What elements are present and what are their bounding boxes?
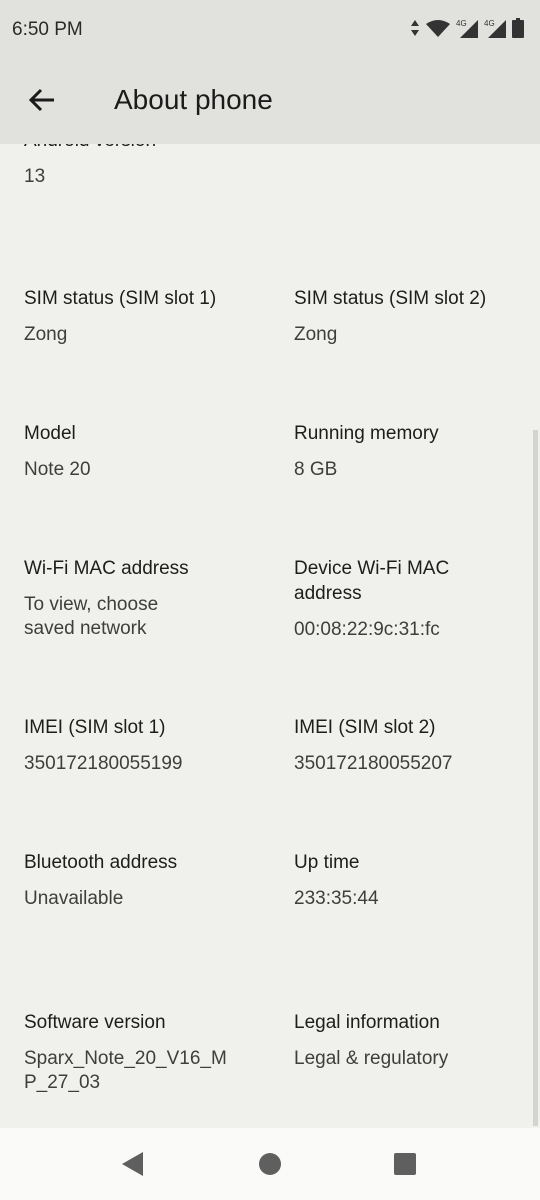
item-title: Device Wi-Fi MAC address: [294, 558, 450, 604]
item-title: Running memory: [294, 423, 439, 444]
arrow-left-icon[interactable]: [26, 84, 58, 116]
item-title: IMEI (SIM slot 1): [24, 717, 166, 738]
item-title: SIM status (SIM slot 1): [24, 288, 217, 309]
item-up-time[interactable]: Up time 233:35:44: [294, 850, 534, 911]
item-title: Wi-Fi MAC address: [24, 558, 189, 579]
item-imei-1[interactable]: IMEI (SIM slot 1) 350172180055199: [24, 715, 264, 776]
item-imei-2[interactable]: IMEI (SIM slot 2) 350172180055207: [294, 715, 534, 776]
item-value: Sparx_Note_20_V16_MP_27_03: [24, 1048, 227, 1093]
item-value: 350172180055199: [24, 753, 183, 774]
page-title: About phone: [114, 84, 273, 115]
svg-text:4G: 4G: [456, 19, 467, 28]
signal-4g-icon: 4G: [456, 19, 478, 38]
item-value: Note 20: [24, 459, 91, 480]
item-value: Legal & regulatory: [294, 1048, 449, 1069]
item-value: 00:08:22:9c:31:fc: [294, 619, 440, 640]
home-circle-icon[interactable]: [258, 1152, 282, 1176]
item-device-wifi-mac[interactable]: Device Wi-Fi MAC address 00:08:22:9c:31:f…: [294, 556, 474, 642]
status-time: 6:50 PM: [12, 19, 83, 40]
item-title: Bluetooth address: [24, 852, 178, 873]
item-bluetooth-address[interactable]: Bluetooth address Unavailable: [24, 850, 264, 911]
item-model[interactable]: Model Note 20: [24, 421, 264, 482]
item-title: IMEI (SIM slot 2): [294, 717, 436, 738]
item-legal-information[interactable]: Legal information Legal & regulatory: [294, 1010, 534, 1071]
item-value: 8 GB: [294, 459, 338, 480]
back-triangle-icon[interactable]: [121, 1151, 145, 1177]
item-value: To view, choose saved network: [24, 594, 159, 639]
item-value: Zong: [24, 324, 68, 345]
item-title: Up time: [294, 852, 360, 873]
item-sim-status-2[interactable]: SIM status (SIM slot 2) Zong: [294, 286, 534, 347]
scrollbar[interactable]: [533, 430, 538, 1126]
item-value: Zong: [294, 324, 338, 345]
item-running-memory[interactable]: Running memory 8 GB: [294, 421, 534, 482]
status-icons: 4G 4G: [410, 18, 524, 38]
wifi-icon: [426, 20, 450, 37]
item-value: 233:35:44: [294, 888, 379, 909]
app-header: 6:50 PM 4G 4G About phone: [0, 0, 540, 144]
item-title: Legal information: [294, 1012, 440, 1033]
item-software-version[interactable]: Software version Sparx_Note_20_V16_MP_27_…: [24, 1010, 229, 1095]
item-wifi-mac[interactable]: Wi-Fi MAC address To view, choose saved n…: [24, 556, 194, 641]
navigation-bar: [0, 1128, 540, 1200]
item-value: 13: [24, 166, 46, 187]
recents-square-icon[interactable]: [393, 1152, 417, 1176]
signal-4g-icon: 4G: [484, 19, 506, 38]
item-value: Unavailable: [24, 888, 124, 909]
item-title: Model: [24, 423, 76, 444]
item-title: Software version: [24, 1012, 166, 1033]
item-title: SIM status (SIM slot 2): [294, 288, 487, 309]
item-sim-status-1[interactable]: SIM status (SIM slot 1) Zong: [24, 286, 264, 347]
battery-icon: [512, 18, 524, 38]
item-value: 350172180055207: [294, 753, 453, 774]
data-arrows-icon: [411, 20, 419, 36]
svg-text:4G: 4G: [484, 19, 495, 28]
